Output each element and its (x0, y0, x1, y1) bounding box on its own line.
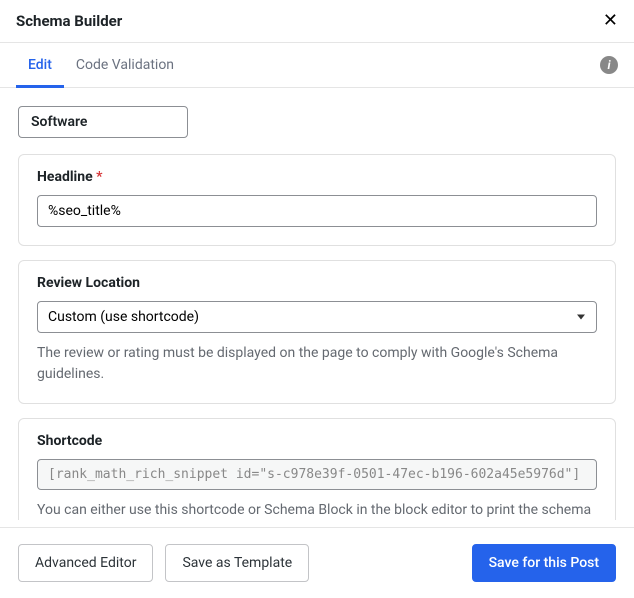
close-icon[interactable]: ✕ (603, 12, 618, 30)
advanced-editor-button[interactable]: Advanced Editor (18, 544, 153, 582)
field-review-location: Review Location Custom (use shortcode) T… (18, 260, 616, 404)
info-icon[interactable]: i (600, 56, 618, 74)
shortcode-help-pre: You can either use this shortcode or Sch… (37, 502, 591, 520)
headline-input[interactable] (37, 195, 597, 227)
modal-header: Schema Builder ✕ (0, 0, 634, 43)
footer: Advanced Editor Save as Template Save fo… (0, 527, 634, 598)
required-marker: * (96, 169, 102, 185)
review-location-select[interactable]: Custom (use shortcode) (37, 301, 597, 333)
shortcode-input[interactable] (37, 459, 597, 490)
field-headline: Headline * (18, 154, 616, 246)
schema-type-selector[interactable]: Software (18, 106, 188, 138)
modal-title: Schema Builder (16, 12, 122, 30)
tab-code-validation[interactable]: Code Validation (64, 43, 186, 87)
headline-label-text: Headline (37, 169, 93, 185)
content-area: Software Headline * Review Location Cust… (0, 88, 634, 520)
save-post-button[interactable]: Save for this Post (472, 544, 616, 582)
save-template-button[interactable]: Save as Template (165, 544, 309, 582)
review-location-select-wrapper: Custom (use shortcode) (37, 301, 597, 333)
tabs: Edit Code Validation i (0, 43, 634, 88)
shortcode-label: Shortcode (37, 433, 597, 449)
shortcode-help: You can either use this shortcode or Sch… (37, 500, 597, 520)
tab-edit[interactable]: Edit (16, 43, 64, 87)
review-location-label: Review Location (37, 275, 597, 291)
field-shortcode: Shortcode You can either use this shortc… (18, 418, 616, 520)
review-location-help: The review or rating must be displayed o… (37, 343, 597, 385)
headline-label: Headline * (37, 169, 597, 185)
